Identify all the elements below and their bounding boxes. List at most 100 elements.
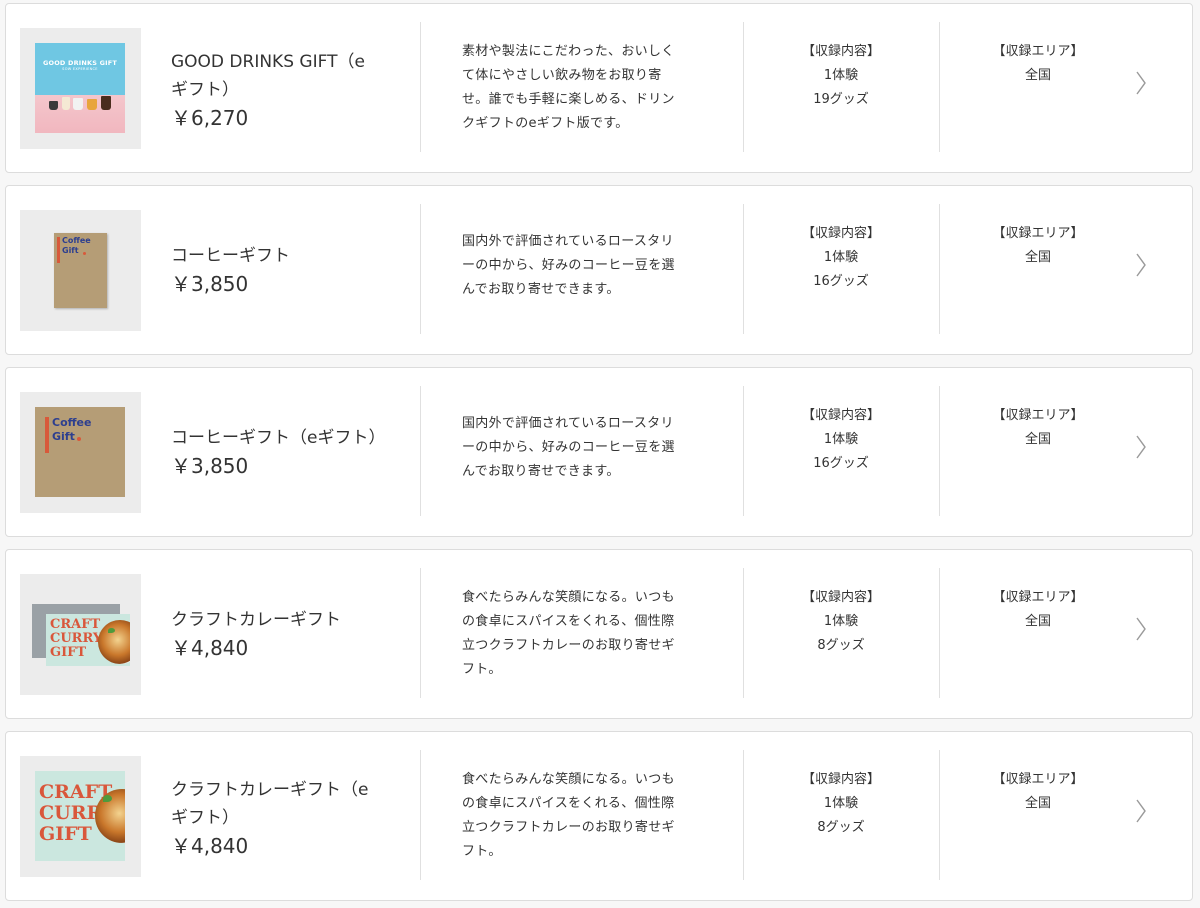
divider bbox=[939, 22, 940, 152]
area-value: 全国 bbox=[1024, 796, 1051, 811]
product-name: クラフトカレーギフト（e ギフト） bbox=[171, 776, 391, 832]
divider bbox=[743, 22, 744, 152]
description-line: ーの中から、好みのコーヒー豆を選 bbox=[462, 258, 675, 273]
contents-label: 【収録内容】 bbox=[801, 772, 880, 787]
area-label: 【収録エリア】 bbox=[992, 590, 1084, 605]
product-price: ￥3,850 bbox=[171, 454, 249, 478]
product-name: コーヒーギフト bbox=[171, 242, 391, 270]
chevron-right-icon[interactable] bbox=[1134, 252, 1148, 278]
area-label: 【収録エリア】 bbox=[992, 44, 1084, 59]
image-title: Coffee bbox=[52, 416, 92, 429]
divider bbox=[420, 22, 421, 152]
description-line: 立つクラフトカレーのお取り寄せギ bbox=[462, 820, 675, 835]
area-info: 【収録エリア】 全国 bbox=[948, 768, 1128, 816]
image-word: GIFT bbox=[39, 823, 92, 845]
coffee-glass-icon bbox=[101, 96, 111, 110]
contents-info: 【収録内容】 1体験 16グッズ bbox=[751, 404, 931, 476]
product-card[interactable]: Coffee Gift コーヒーギフト（eギフト） ￥3,850 国内外で評価さ… bbox=[5, 367, 1193, 537]
product-description: 素材や製法にこだわった、おいしく て体にやさしい飲み物をお取り寄 せ。誰でも手軽… bbox=[462, 40, 712, 136]
leaf-icon bbox=[103, 795, 112, 802]
divider bbox=[939, 386, 940, 516]
image-word: CURRY bbox=[50, 631, 103, 646]
divider bbox=[420, 386, 421, 516]
contents-info: 【収録内容】 1体験 8グッズ bbox=[751, 768, 931, 840]
divider bbox=[743, 204, 744, 334]
area-info: 【収録エリア】 全国 bbox=[948, 586, 1128, 634]
divider bbox=[420, 750, 421, 880]
area-value: 全国 bbox=[1024, 614, 1051, 629]
area-value: 全国 bbox=[1024, 432, 1051, 447]
coffee-gift-image: Coffee Gift bbox=[35, 407, 125, 497]
contents-goods-count: 8グッズ bbox=[817, 820, 865, 835]
description-line: フト。 bbox=[462, 662, 502, 677]
divider bbox=[743, 568, 744, 698]
product-thumbnail: GOOD DRINKS GIFT SOW EXPERIENCE bbox=[20, 28, 141, 149]
dot-icon bbox=[83, 252, 86, 255]
description-line: 国内外で評価されているロースタリ bbox=[462, 234, 674, 249]
contents-experience-count: 1体験 bbox=[823, 68, 859, 83]
contents-label: 【収録内容】 bbox=[801, 226, 880, 241]
area-label: 【収録エリア】 bbox=[992, 772, 1084, 787]
contents-label: 【収録内容】 bbox=[801, 44, 880, 59]
description-line: の食卓にスパイスをくれる、個性際 bbox=[462, 796, 675, 811]
contents-goods-count: 8グッズ bbox=[817, 638, 865, 653]
product-thumbnail: Coffee Gift bbox=[20, 392, 141, 513]
chevron-right-icon[interactable] bbox=[1134, 798, 1148, 824]
contents-goods-count: 16グッズ bbox=[813, 456, 869, 471]
contents-label: 【収録内容】 bbox=[801, 408, 880, 423]
product-name-line: クラフトカレーギフト（e bbox=[171, 780, 369, 800]
area-info: 【収録エリア】 全国 bbox=[948, 222, 1128, 270]
drink-bottle-icon bbox=[49, 101, 58, 110]
product-description: 国内外で評価されているロースタリ ーの中から、好みのコーヒー豆を選 んでお取り寄… bbox=[462, 412, 712, 484]
product-price: ￥4,840 bbox=[171, 636, 249, 660]
chevron-right-icon[interactable] bbox=[1134, 434, 1148, 460]
contents-info: 【収録内容】 1体験 19グッズ bbox=[751, 40, 931, 112]
product-price: ￥4,840 bbox=[171, 834, 249, 858]
product-description: 食べたらみんな笑顔になる。いつも の食卓にスパイスをくれる、個性際 立つクラフト… bbox=[462, 768, 712, 864]
coffee-box-accent bbox=[45, 417, 49, 453]
description-line: 素材や製法にこだわった、おいしく bbox=[462, 44, 675, 59]
divider bbox=[743, 386, 744, 516]
image-title: Gift bbox=[62, 246, 79, 255]
description-line: せ。誰でも手軽に楽しめる、ドリン bbox=[462, 92, 675, 107]
product-name-line: コーヒーギフト bbox=[171, 246, 290, 266]
product-name-line: ギフト） bbox=[171, 808, 239, 828]
description-line: の食卓にスパイスをくれる、個性際 bbox=[462, 614, 675, 629]
image-title: Coffee bbox=[62, 236, 91, 245]
image-title: Gift bbox=[52, 430, 75, 443]
coffee-box-accent bbox=[57, 237, 60, 263]
area-info: 【収録エリア】 全国 bbox=[948, 40, 1128, 88]
curry-plate-icon bbox=[98, 620, 130, 664]
contents-info: 【収録内容】 1体験 16グッズ bbox=[751, 222, 931, 294]
product-description: 国内外で評価されているロースタリ ーの中から、好みのコーヒー豆を選 んでお取り寄… bbox=[462, 230, 712, 302]
area-label: 【収録エリア】 bbox=[992, 408, 1084, 423]
product-card[interactable]: CRAFT CURRY GIFT クラフトカレーギフト ￥4,840 食べたらみ… bbox=[5, 549, 1193, 719]
description-line: 食べたらみんな笑顔になる。いつも bbox=[462, 772, 675, 787]
divider bbox=[939, 750, 940, 880]
product-thumbnail: CRAFT CURRY GIFT bbox=[20, 574, 141, 695]
product-price: ￥6,270 bbox=[171, 106, 249, 130]
divider bbox=[420, 204, 421, 334]
curry-gift-image: CRAFT CURRY GIFT bbox=[35, 771, 125, 861]
product-name: クラフトカレーギフト bbox=[171, 606, 391, 634]
product-card[interactable]: Coffee Gift コーヒーギフト ￥3,850 国内外で評価されているロー… bbox=[5, 185, 1193, 355]
area-info: 【収録エリア】 全国 bbox=[948, 404, 1128, 452]
description-line: 国内外で評価されているロースタリ bbox=[462, 416, 674, 431]
cup-icon bbox=[73, 98, 83, 110]
product-card[interactable]: GOOD DRINKS GIFT SOW EXPERIENCE GOOD DRI… bbox=[5, 3, 1193, 173]
product-name: コーヒーギフト（eギフト） bbox=[171, 424, 391, 452]
description-line: んでお取り寄せできます。 bbox=[462, 282, 620, 297]
product-card[interactable]: CRAFT CURRY GIFT クラフトカレーギフト（e ギフト） ￥4,84… bbox=[5, 731, 1193, 901]
contents-experience-count: 1体験 bbox=[823, 614, 859, 629]
gift-product-list: GOOD DRINKS GIFT SOW EXPERIENCE GOOD DRI… bbox=[0, 0, 1200, 908]
product-thumbnail: CRAFT CURRY GIFT bbox=[20, 756, 141, 877]
divider bbox=[939, 204, 940, 334]
contents-experience-count: 1体験 bbox=[823, 250, 859, 265]
chevron-right-icon[interactable] bbox=[1134, 70, 1148, 96]
coffee-gift-box-image: Coffee Gift bbox=[54, 233, 107, 308]
leaf-icon bbox=[108, 628, 115, 633]
curry-gift-box-image: CRAFT CURRY GIFT bbox=[46, 614, 130, 666]
description-line: て体にやさしい飲み物をお取り寄 bbox=[462, 68, 662, 83]
chevron-right-icon[interactable] bbox=[1134, 616, 1148, 642]
contents-experience-count: 1体験 bbox=[823, 796, 859, 811]
